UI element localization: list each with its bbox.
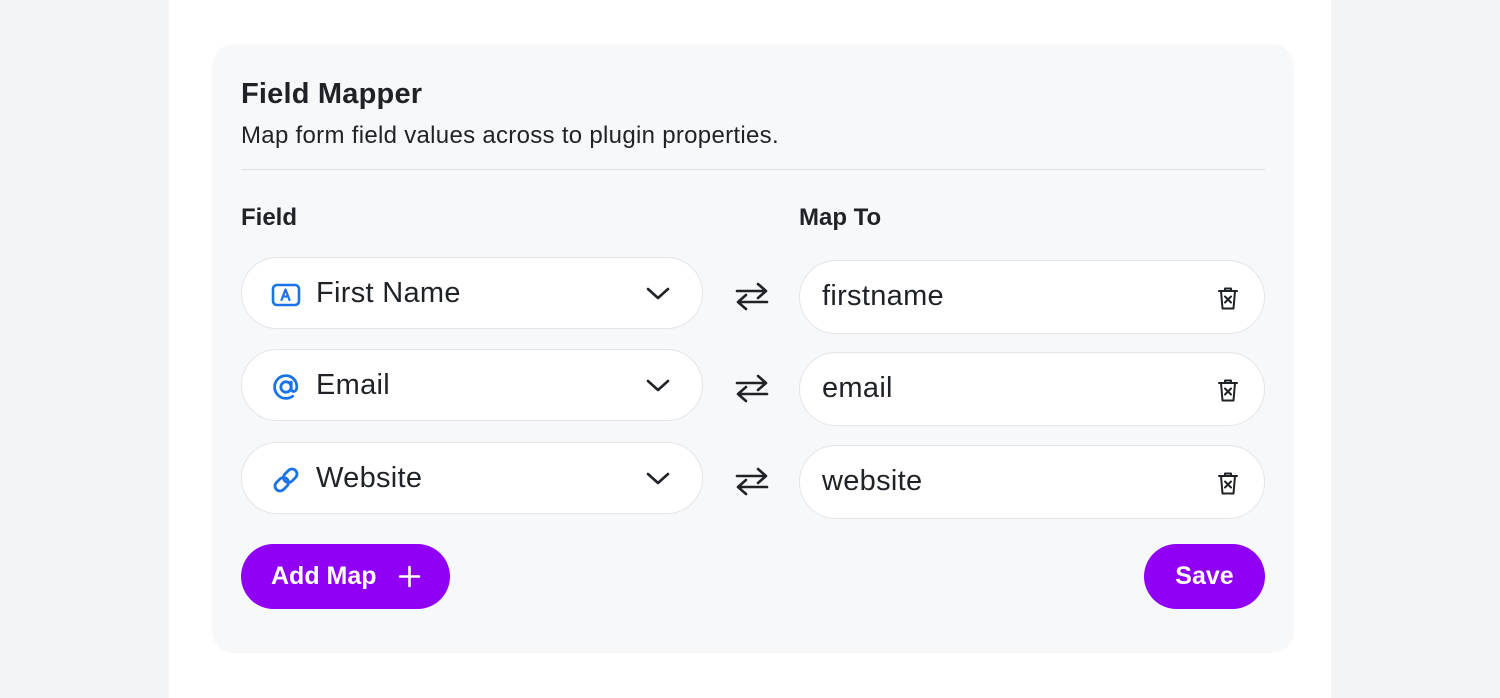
field-mapper-card: Field Mapper Map form field values acros… [212,44,1294,653]
swap-arrows-icon [734,281,770,311]
plus-icon [398,565,421,588]
field-select-website[interactable]: Website [241,442,703,514]
chevron-down-icon [645,283,671,303]
field-select-value: Email [316,369,391,401]
field-select-email[interactable]: Email [241,349,703,421]
text-field-icon [271,280,301,310]
mapping-row: First Name [241,257,1265,334]
divider [241,169,1265,170]
map-to-field-website [799,445,1265,519]
field-select-value: First Name [316,277,461,309]
card-title: Field Mapper [241,78,423,110]
save-label: Save [1175,562,1234,590]
add-map-button[interactable]: Add Map [241,544,450,609]
card-description: Map form field values across to plugin p… [241,122,779,149]
add-map-label: Add Map [271,562,377,590]
mapping-row: Email [241,349,1265,426]
trash-icon[interactable] [1217,377,1239,403]
link-icon [271,465,301,495]
map-to-column-label: Map To [799,204,882,231]
map-to-input[interactable] [822,261,1182,332]
map-to-field-email [799,352,1265,426]
chevron-down-icon [645,468,671,488]
field-column-label: Field [241,204,298,231]
swap-arrows-icon [734,373,770,403]
mapping-row: Website [241,442,1265,519]
map-to-input[interactable] [822,353,1182,424]
swap-arrows-icon [734,466,770,496]
field-select-first-name[interactable]: First Name [241,257,703,329]
field-select-value: Website [316,462,423,494]
at-sign-icon [271,372,301,402]
map-to-field-firstname [799,260,1265,334]
trash-icon[interactable] [1217,470,1239,496]
save-button[interactable]: Save [1144,544,1265,609]
chevron-down-icon [645,375,671,395]
trash-icon[interactable] [1217,285,1239,311]
map-to-input[interactable] [822,446,1182,517]
